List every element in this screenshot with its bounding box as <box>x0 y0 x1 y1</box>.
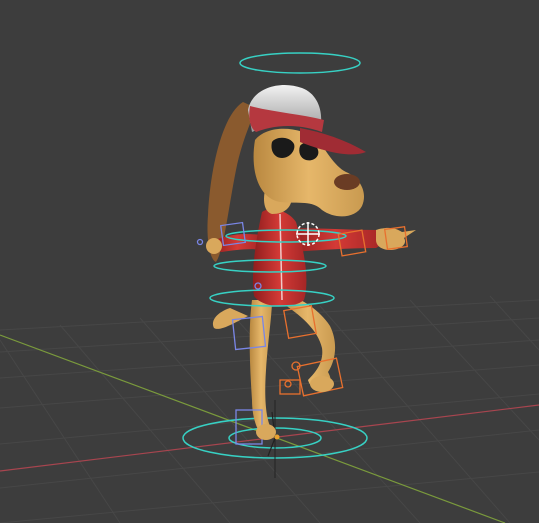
right-hand <box>376 227 416 250</box>
dog-nose <box>334 174 360 190</box>
standing-leg <box>249 300 273 437</box>
root-control[interactable] <box>182 400 368 478</box>
head-halo-control[interactable] <box>239 52 361 74</box>
standing-foot <box>256 424 276 440</box>
viewport-scene[interactable] <box>0 0 539 523</box>
raised-foot <box>310 376 334 392</box>
3d-viewport[interactable] <box>0 0 539 523</box>
left-hand <box>206 238 222 254</box>
